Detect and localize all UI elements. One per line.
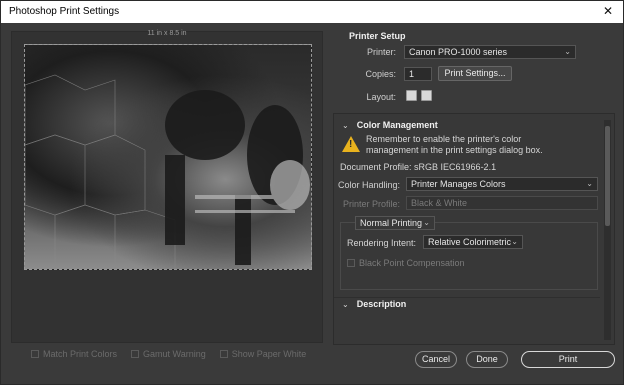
- printing-options-group: Normal Printing ⌄ Rendering Intent: Rela…: [340, 216, 598, 290]
- chevron-down-icon: ⌄: [511, 237, 518, 246]
- done-button[interactable]: Done: [466, 351, 508, 368]
- printer-profile-value: Black & White: [411, 198, 468, 208]
- printer-value: Canon PRO-1000 series: [409, 47, 508, 57]
- black-point-compensation-checkbox[interactable]: Black Point Compensation: [347, 258, 465, 268]
- checkbox-label: Gamut Warning: [143, 349, 206, 359]
- checkbox-label: Match Print Colors: [43, 349, 118, 359]
- color-handling-label: Color Handling:: [337, 180, 400, 190]
- copies-label: Copies:: [365, 69, 396, 79]
- chevron-down-icon: ⌄: [586, 179, 593, 188]
- checkbox-box: [347, 259, 355, 267]
- description-header[interactable]: ⌄ Description: [342, 299, 406, 309]
- cancel-button[interactable]: Cancel: [415, 351, 457, 368]
- print-settings-dialog: Photoshop Print Settings ✕ 11 in x 8.5 i…: [0, 0, 624, 385]
- warning-icon: [342, 136, 360, 152]
- color-handling-select[interactable]: Printer Manages Colors ⌄: [406, 177, 598, 191]
- color-management-panel: ⌄ Color Management Remember to enable th…: [333, 113, 615, 345]
- color-handling-value: Printer Manages Colors: [411, 179, 506, 189]
- printer-label: Printer:: [366, 47, 396, 57]
- rendering-intent-select[interactable]: Relative Colorimetric ⌄: [423, 235, 523, 249]
- printer-select[interactable]: Canon PRO-1000 series ⌄: [404, 45, 576, 59]
- chevron-down-icon: ⌄: [564, 47, 571, 56]
- preview-image: [24, 44, 312, 270]
- color-management-header[interactable]: ⌄ Color Management: [342, 120, 438, 130]
- printing-mode-value: Normal Printing: [360, 218, 423, 228]
- chevron-down-icon: ⌄: [342, 299, 349, 309]
- print-settings-button[interactable]: Print Settings...: [438, 66, 512, 81]
- printing-mode-select[interactable]: Normal Printing ⌄: [355, 216, 435, 230]
- match-print-colors-checkbox[interactable]: Match Print Colors: [31, 348, 117, 360]
- section-divider: [334, 297, 600, 298]
- rendering-intent-value: Relative Colorimetric: [428, 237, 512, 247]
- printer-setup-section: Printer Setup Printer: Canon PRO-1000 se…: [334, 31, 616, 109]
- preview-options: Match Print Colors Gamut Warning Show Pa…: [31, 348, 321, 360]
- checkbox-label: Show Paper White: [231, 349, 307, 359]
- paper-size-label: 11 in x 8.5 in: [147, 30, 187, 37]
- description-title: Description: [356, 299, 407, 309]
- document-profile: Document Profile: sRGB IEC61966-2.1: [340, 162, 497, 172]
- window-title: Photoshop Print Settings: [9, 6, 120, 17]
- close-icon[interactable]: ✕: [603, 4, 613, 18]
- landscape-layout-icon[interactable]: [421, 90, 432, 101]
- checkbox-box: [131, 350, 140, 358]
- warning-message: Remember to enable the printer's color m…: [366, 134, 543, 155]
- copies-input[interactable]: 1: [404, 67, 432, 81]
- checkbox-box: [31, 350, 39, 358]
- print-button[interactable]: Print: [521, 351, 615, 368]
- color-management-title: Color Management: [356, 120, 438, 130]
- printer-profile-label: Printer Profile:: [342, 199, 400, 209]
- layout-label: Layout:: [366, 92, 396, 102]
- scrollbar[interactable]: [604, 120, 611, 340]
- show-paper-white-checkbox[interactable]: Show Paper White: [219, 348, 307, 360]
- gamut-warning-checkbox[interactable]: Gamut Warning: [131, 348, 206, 360]
- checkbox-box: [219, 350, 228, 358]
- chevron-down-icon: ⌄: [342, 120, 349, 130]
- chevron-down-icon: ⌄: [423, 218, 430, 227]
- title-bar: Photoshop Print Settings ✕: [1, 1, 623, 23]
- scrollbar-thumb[interactable]: [605, 126, 610, 226]
- print-preview-panel: 11 in x 8.5 in: [11, 30, 323, 343]
- printer-setup-title: Printer Setup: [349, 31, 406, 41]
- goal-net-graphic: [25, 74, 310, 269]
- portrait-layout-icon[interactable]: [406, 90, 417, 101]
- printer-profile-select[interactable]: Black & White: [406, 196, 598, 210]
- checkbox-label: Black Point Compensation: [359, 258, 465, 268]
- rendering-intent-label: Rendering Intent:: [347, 238, 417, 248]
